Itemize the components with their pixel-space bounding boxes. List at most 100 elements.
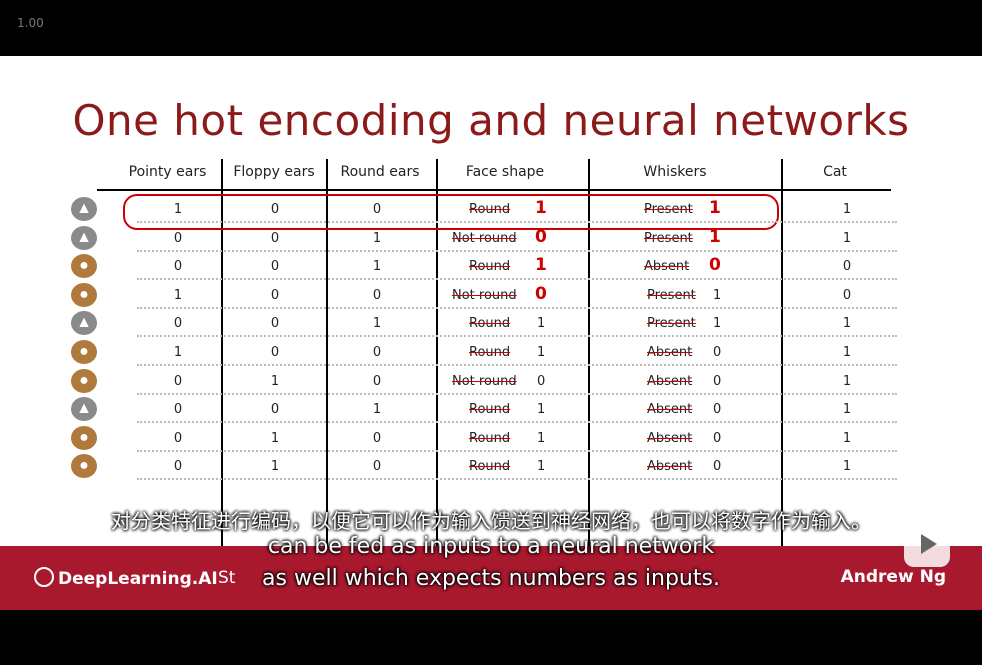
- table-row: ▲ 0 0 1 Round 1 Absent 0 1: [71, 397, 897, 424]
- cell-whiskers: Absent: [647, 373, 693, 389]
- cat-icon: ▲: [71, 225, 97, 250]
- cell-whiskers-number: 0: [709, 255, 721, 276]
- play-icon: [921, 534, 937, 554]
- cell-round-ears: 1: [372, 259, 382, 275]
- cell-whiskers: Absent: [647, 430, 693, 446]
- table-row: ● 0 1 0 Not round 0 Absent 0 1: [71, 368, 897, 395]
- cell-round-ears: 1: [372, 230, 382, 246]
- row-separator: [137, 249, 897, 252]
- cell-round-ears: 1: [372, 402, 382, 418]
- cell-face-shape: Round: [469, 316, 511, 332]
- cell-whiskers-number: 0: [713, 373, 722, 389]
- cell-face-shape-number: 1: [537, 345, 546, 360]
- cell-floppy-ears: 0: [270, 259, 280, 275]
- cell-cat-label: 1: [842, 459, 852, 475]
- row-separator: [137, 449, 897, 452]
- cell-whiskers-number: 1: [709, 198, 721, 218]
- cell-face-shape: Round: [469, 345, 511, 360]
- cell-face-shape-number: 1: [535, 198, 547, 218]
- col-header-face-shape: Face shape: [465, 164, 545, 180]
- cell-face-shape: Not round: [452, 230, 517, 246]
- cell-whiskers-number: 0: [713, 459, 722, 475]
- table-row: ● 1 0 0 Not round 0 Present 1 0: [71, 282, 897, 309]
- cell-floppy-ears: 0: [270, 402, 280, 418]
- cell-whiskers: Present: [644, 202, 693, 217]
- cell-whiskers-number: 0: [713, 345, 722, 360]
- cell-pointy-ears: 1: [173, 202, 183, 217]
- row-separator: [137, 478, 897, 481]
- dog-icon: ●: [71, 254, 97, 279]
- cell-face-shape-number: 0: [535, 226, 547, 247]
- row-separator: [137, 421, 897, 424]
- slide-title: One hot encoding and neural networks: [72, 96, 910, 145]
- table-row: ▲ 0 0 1 Not round 0 Present 1 1: [71, 225, 897, 252]
- cell-floppy-ears: 1: [270, 373, 280, 389]
- row-separator: [137, 278, 897, 281]
- table-row: ● 1 0 0 Round 1 Absent 0 1: [71, 340, 897, 366]
- cell-floppy-ears: 0: [270, 316, 280, 332]
- dog-icon: ●: [71, 425, 97, 450]
- cell-face-shape-number: 0: [535, 283, 547, 304]
- cell-whiskers: Absent: [647, 459, 693, 475]
- cell-round-ears: 1: [372, 316, 382, 332]
- player-bottom-bar: [0, 610, 982, 665]
- cell-floppy-ears: 1: [270, 459, 280, 475]
- table-row: ▲ 0 0 1 Round 1 Present 1 1: [71, 311, 897, 338]
- cell-face-shape-number: 1: [537, 316, 546, 332]
- cell-round-ears: 0: [372, 373, 382, 389]
- cell-face-shape: Not round: [452, 287, 517, 303]
- dog-icon: ●: [71, 368, 97, 393]
- cell-face-shape: Round: [469, 459, 511, 475]
- cell-pointy-ears: 0: [173, 230, 183, 246]
- row-separator: [137, 306, 897, 309]
- cell-whiskers-number: 1: [713, 316, 722, 332]
- cell-floppy-ears: 0: [270, 345, 280, 360]
- cell-face-shape: Round: [469, 402, 511, 418]
- row-separator: [137, 364, 897, 366]
- cell-cat-label: 1: [842, 202, 852, 217]
- cell-face-shape: Not round: [452, 373, 517, 389]
- col-header-floppy-ears: Floppy ears: [233, 164, 315, 180]
- subtitle-english-line1: can be fed as inputs to a neural network: [267, 534, 715, 559]
- col-header-pointy-ears: Pointy ears: [128, 164, 207, 180]
- play-button[interactable]: [904, 521, 950, 567]
- col-header-whiskers: Whiskers: [643, 164, 707, 180]
- table-row: ● 0 1 0 Round 1 Absent 0 1: [71, 454, 897, 481]
- row-separator: [137, 221, 897, 223]
- cell-whiskers-number: 1: [713, 287, 722, 303]
- cell-floppy-ears: 0: [270, 287, 280, 303]
- table-row: ● 0 1 0 Round 1 Absent 0 1: [71, 425, 897, 452]
- cell-whiskers: Absent: [647, 345, 693, 360]
- cell-whiskers: Present: [647, 316, 696, 332]
- cell-round-ears: 0: [372, 459, 382, 475]
- col-header-cat: Cat: [823, 164, 847, 180]
- row-separator: [137, 335, 897, 338]
- cell-whiskers-number: 1: [709, 226, 721, 247]
- cell-pointy-ears: 1: [173, 287, 183, 303]
- cell-whiskers-number: 0: [713, 430, 722, 446]
- cell-whiskers: Absent: [644, 259, 690, 275]
- cell-whiskers-number: 0: [713, 402, 722, 418]
- cell-pointy-ears: 0: [173, 430, 183, 446]
- cell-whiskers: Absent: [647, 402, 693, 418]
- subtitle-english-line2: as well which expects numbers as inputs.: [262, 566, 720, 591]
- cell-pointy-ears: 0: [173, 459, 183, 475]
- cell-floppy-ears: 1: [270, 430, 280, 446]
- row-separator: [137, 392, 897, 395]
- player-top-bar: 1.00: [0, 0, 982, 56]
- cell-cat-label: 1: [842, 345, 852, 360]
- cell-whiskers: Present: [647, 287, 696, 303]
- cell-face-shape-number: 1: [537, 402, 546, 418]
- cell-face-shape: Round: [469, 202, 511, 217]
- cell-cat-label: 1: [842, 402, 852, 418]
- table-row: ● 0 0 1 Round 1 Absent 0 0: [71, 254, 897, 281]
- cell-face-shape: Round: [469, 430, 511, 446]
- zoom-level: 1.00: [17, 16, 44, 30]
- cell-round-ears: 0: [372, 202, 382, 217]
- cell-face-shape-number: 1: [537, 430, 546, 446]
- cell-cat-label: 0: [842, 287, 852, 303]
- cell-face-shape-number: 1: [535, 255, 547, 276]
- dog-icon: ●: [71, 282, 97, 307]
- cell-pointy-ears: 0: [173, 316, 183, 332]
- cell-pointy-ears: 0: [173, 402, 183, 418]
